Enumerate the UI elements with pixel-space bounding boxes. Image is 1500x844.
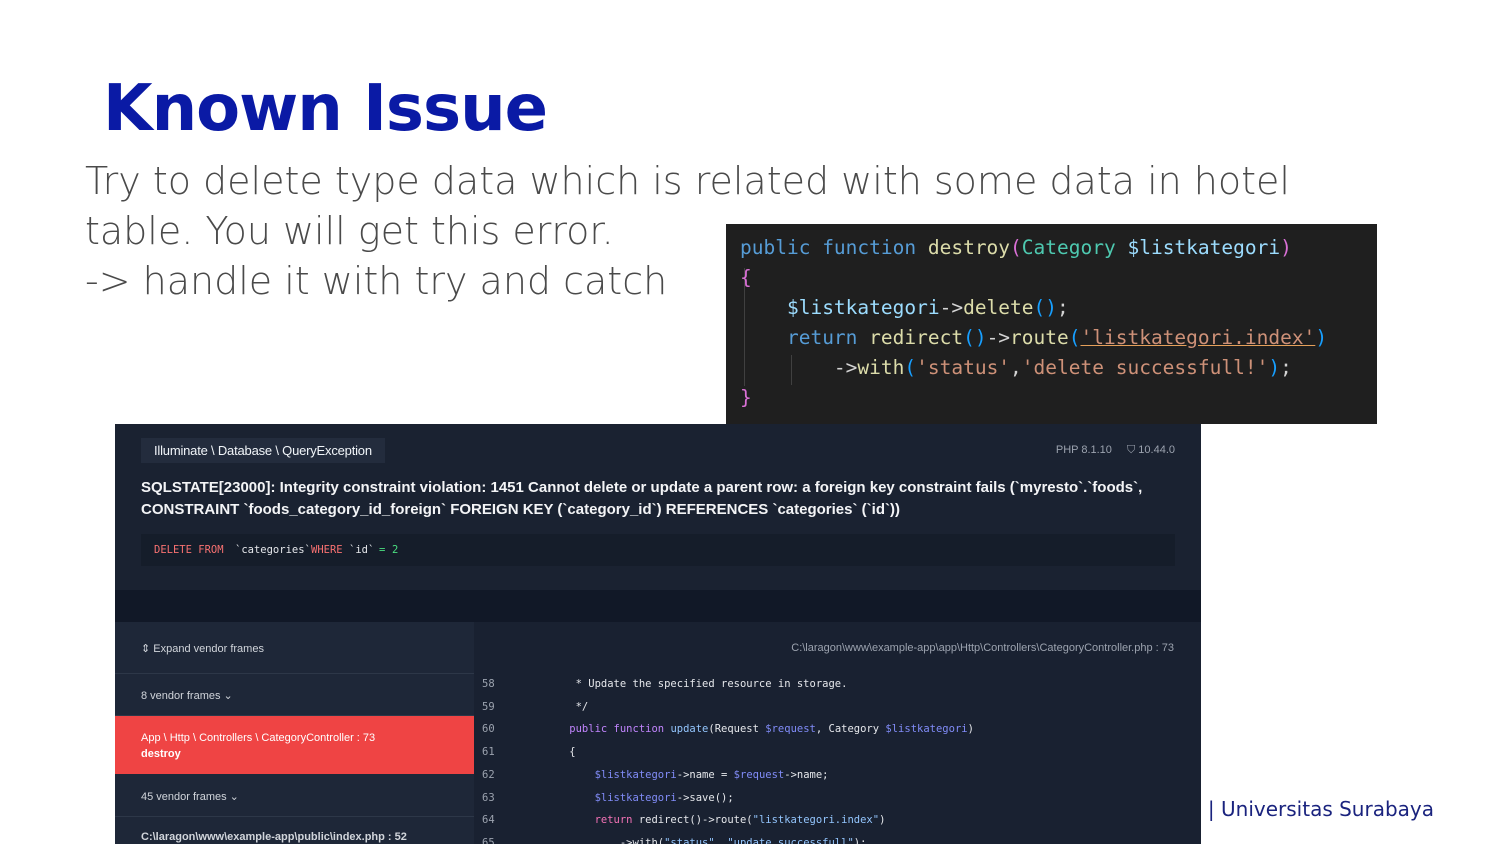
line-number: 63 (482, 791, 495, 804)
code-line: } (740, 386, 752, 409)
line-number: 62 (482, 768, 495, 781)
body-line: Try to delete type data which is related… (85, 159, 1290, 203)
php-version: PHP 8.1.10 (1055, 444, 1112, 456)
exception-message: SQLSTATE[23000]: Integrity constraint vi… (141, 479, 1143, 518)
expand-icon: ⇕ (141, 643, 151, 655)
sql-table: `categories` (235, 544, 311, 556)
sql-query-box: DELETE FROM `categories` WHERE `id` = 2 (141, 534, 1175, 566)
laravel-error-page: Illuminate \ Database \ QueryException P… (115, 424, 1201, 844)
sql-value: 2 (392, 544, 399, 556)
line-code: $listkategori->name = $request->name; (544, 768, 829, 781)
file-path[interactable]: C:\laragon\www\example-app\app\Http\Cont… (791, 642, 1174, 654)
slide-footer: ng | Universitas Surabaya (1176, 797, 1434, 821)
line-code: $listkategori->save(); (544, 791, 734, 804)
line-number: 58 (482, 678, 495, 690)
code-line: $listkategori->delete(); (786, 296, 1069, 319)
code-line: public function destroy(Category $listka… (740, 236, 1292, 259)
expand-vendor-frames-button[interactable]: ⇕ Expand vendor frames (115, 622, 474, 674)
sql-keyword: WHERE (311, 544, 343, 556)
line-code: public function update(Request $request,… (544, 723, 974, 736)
line-number: 65 (482, 836, 495, 844)
exception-class-badge: Illuminate \ Database \ QueryException (141, 438, 385, 463)
laravel-version: 10.44.0 (1138, 444, 1175, 456)
sql-column: `id` (349, 544, 375, 556)
stack-frame[interactable]: C:\laragon\www\example-app\public\index.… (115, 817, 474, 844)
line-number: 60 (482, 723, 495, 736)
expand-label: ⇕ Expand vendor frames (141, 643, 264, 655)
vendor-frames-label: 8 vendor frames ⌄ (141, 690, 233, 702)
stack-frames-sidebar: ⇕ Expand vendor frames 8 vendor frames ⌄… (115, 622, 474, 844)
frame-path: C:\laragon\www\example-app\public\index.… (141, 831, 407, 843)
source-code-panel: C:\laragon\www\example-app\app\Http\Cont… (474, 622, 1201, 844)
chevron-down-icon: ⌄ (229, 791, 239, 803)
laravel-icon: ⛉ (1126, 444, 1136, 456)
frame-class: App \ Http \ Controllers \ CategoryContr… (141, 732, 376, 744)
vendor-frames-toggle[interactable]: 8 vendor frames ⌄ (115, 673, 474, 716)
line-code: ->with("status", "update successfull"); (544, 836, 867, 844)
line-code: { (544, 746, 576, 759)
line-code: * Update the specified resource in stora… (544, 678, 848, 690)
code-snippet-screenshot: public function destroy(Category $listka… (726, 224, 1377, 424)
line-number: 59 (482, 700, 495, 713)
code-line: return redirect()->route('listkategori.i… (786, 326, 1328, 349)
frame-function: destroy (141, 748, 181, 760)
slide-title: Known Issue (103, 72, 548, 146)
code-line: { (740, 266, 752, 289)
divider-band (115, 590, 1201, 622)
active-stack-frame[interactable]: App \ Http \ Controllers \ CategoryContr… (115, 716, 474, 774)
line-number: 64 (482, 814, 495, 827)
line-number: 61 (482, 746, 495, 759)
sql-keyword: DELETE FROM (154, 544, 224, 556)
chevron-down-icon: ⌄ (223, 690, 233, 702)
vendor-frames-toggle[interactable]: 45 vendor frames ⌄ (115, 774, 474, 817)
sql-operator: = (379, 544, 386, 556)
vendor-frames-label: 45 vendor frames ⌄ (141, 791, 239, 803)
line-code: */ (544, 700, 589, 713)
version-info: PHP 8.1.10 ⛉ 10.44.0 (1056, 444, 1175, 457)
code-line: ->with('status','delete successfull!'); (740, 356, 1292, 379)
line-code: return redirect()->route("listkategori.i… (544, 814, 886, 827)
